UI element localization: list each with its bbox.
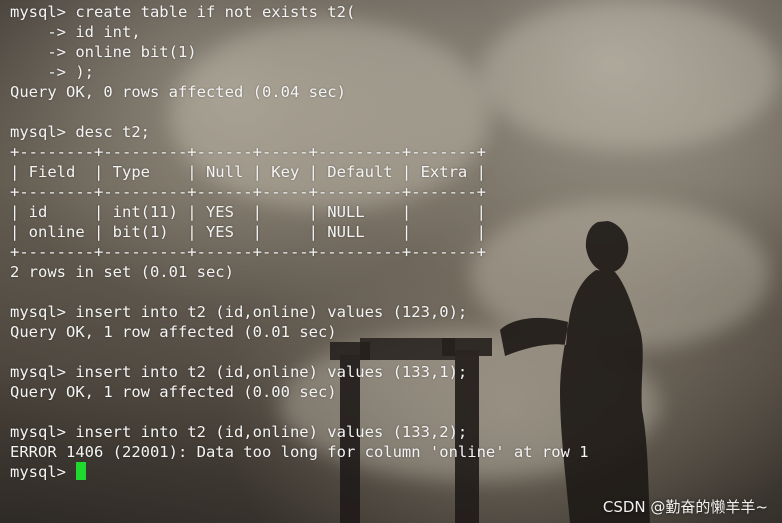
error-line: ERROR 1406 (22001): Data too long for co… <box>10 443 589 461</box>
terminal-line: mysql> insert into t2 (id,online) values… <box>10 363 468 381</box>
table-row: | id | int(11) | YES | | NULL | | <box>10 203 486 221</box>
table-header-row: | Field | Type | Null | Key | Default | … <box>10 163 486 181</box>
prompt-text: mysql> <box>10 463 76 481</box>
prompt-line[interactable]: mysql> <box>10 462 772 482</box>
terminal-line: -> online bit(1) <box>10 43 197 61</box>
terminal-line: -> ); <box>10 63 94 81</box>
terminal-output: mysql> create table if not exists t2( ->… <box>10 2 772 482</box>
terminal-line: mysql> create table if not exists t2( <box>10 3 356 21</box>
watermark-text: CSDN @勤奋的懒羊羊~ <box>602 498 768 516</box>
terminal-line: Query OK, 1 row affected (0.01 sec) <box>10 323 337 341</box>
terminal-line: 2 rows in set (0.01 sec) <box>10 263 234 281</box>
table-row: | online | bit(1) | YES | | NULL | | <box>10 223 486 241</box>
terminal-line: mysql> desc t2; <box>10 123 150 141</box>
terminal-line: mysql> insert into t2 (id,online) values… <box>10 423 468 441</box>
terminal-line: Query OK, 0 rows affected (0.04 sec) <box>10 83 346 101</box>
table-border: +--------+---------+------+-----+-------… <box>10 183 486 201</box>
table-border: +--------+---------+------+-----+-------… <box>10 243 486 261</box>
terminal-line: -> id int, <box>10 23 141 41</box>
terminal-line: Query OK, 1 row affected (0.00 sec) <box>10 383 337 401</box>
table-border: +--------+---------+------+-----+-------… <box>10 143 486 161</box>
cursor-icon[interactable] <box>76 462 87 480</box>
terminal-line: mysql> insert into t2 (id,online) values… <box>10 303 468 321</box>
